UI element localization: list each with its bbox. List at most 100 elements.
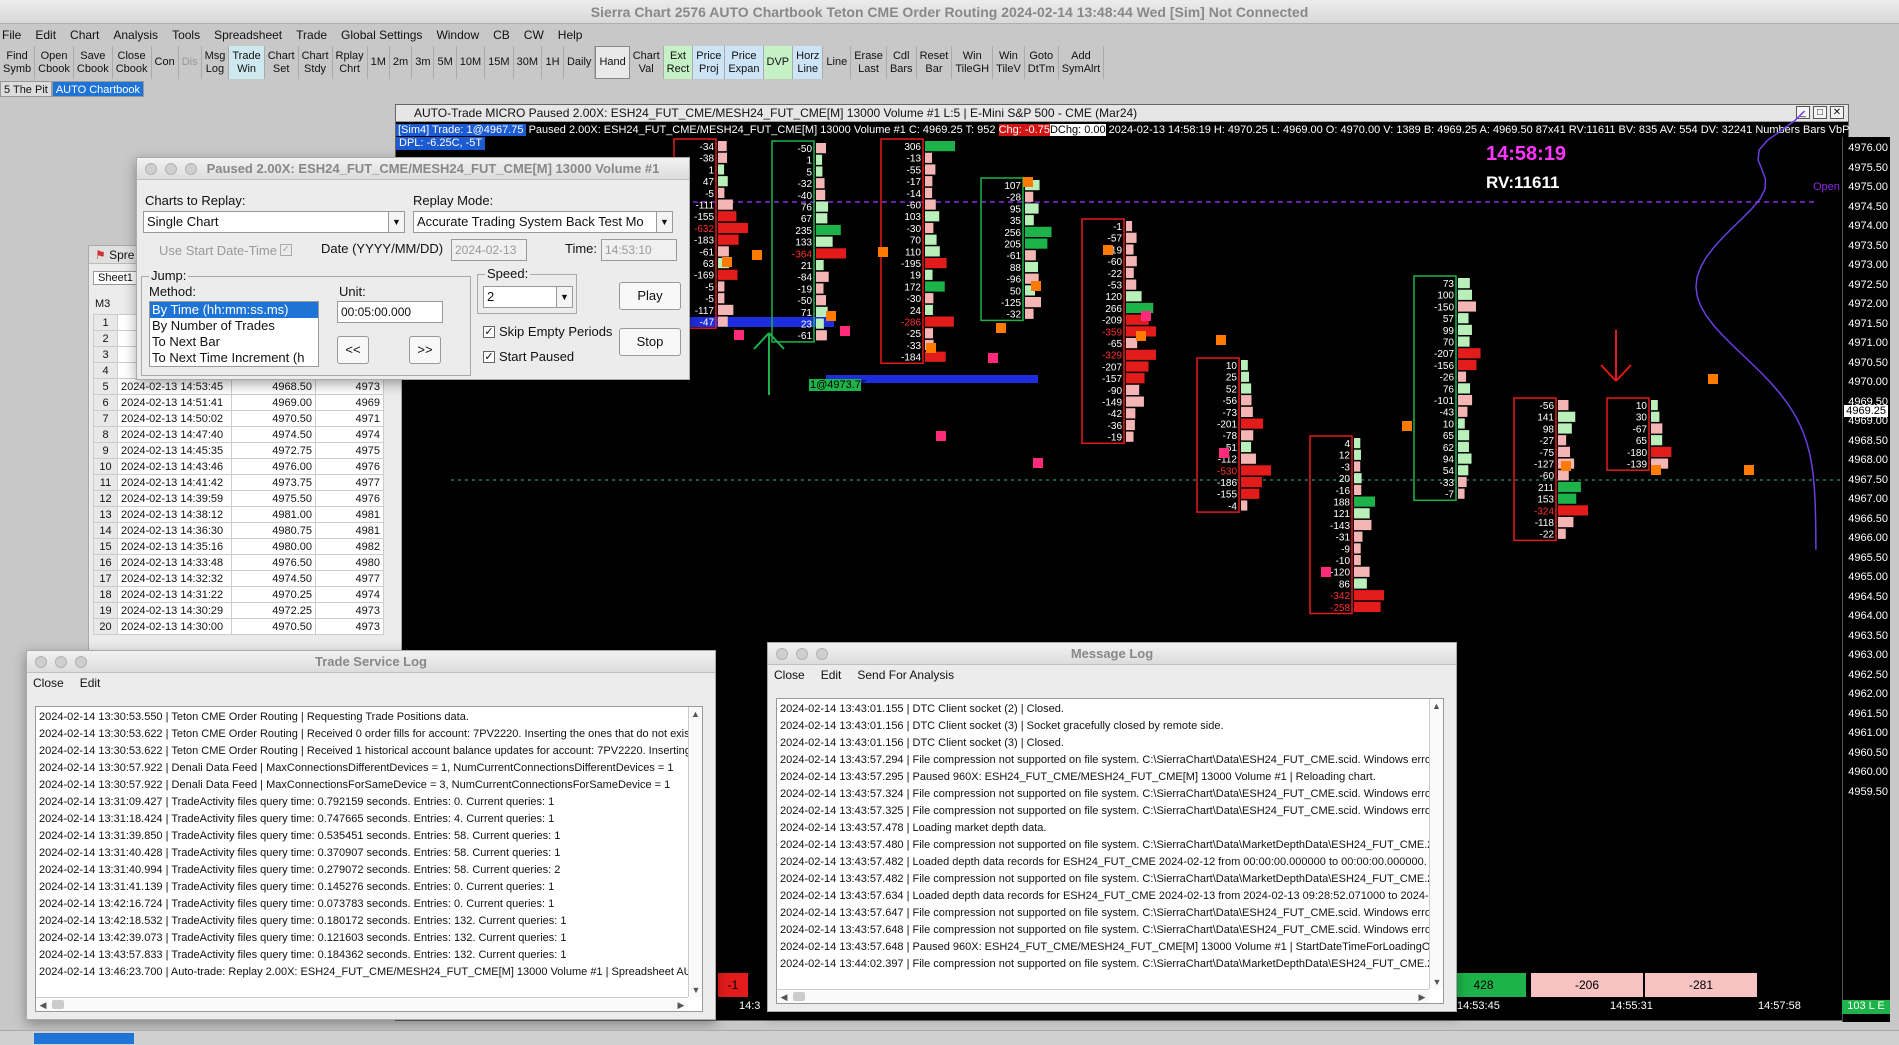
- scroll-right-icon[interactable]: ▶: [1415, 990, 1429, 1003]
- table-cell[interactable]: 13: [93, 506, 118, 523]
- vertical-scrollbar[interactable]: ▲ ▼: [688, 707, 702, 997]
- horizontal-scrollbar[interactable]: ◀ ▶: [36, 997, 688, 1011]
- table-cell[interactable]: 4972.25: [231, 602, 316, 619]
- method-option[interactable]: By Number of Trades: [150, 318, 318, 334]
- method-option[interactable]: To Next Time Increment (h: [150, 350, 318, 366]
- table-cell[interactable]: 2024-02-13 14:53:45: [117, 378, 232, 395]
- table-cell[interactable]: 2024-02-13 14:38:12: [117, 506, 232, 523]
- menu-tools[interactable]: Tools: [172, 28, 200, 46]
- scroll-thumb[interactable]: [52, 1000, 64, 1009]
- scroll-right-icon[interactable]: ▶: [674, 998, 688, 1011]
- tab-auto-chartbook[interactable]: AUTO Chartbook: [51, 81, 144, 97]
- menu-cw[interactable]: CW: [524, 28, 544, 46]
- menu-window[interactable]: Window: [436, 28, 479, 46]
- sheet-tab[interactable]: Sheet1: [93, 271, 138, 285]
- toolbar-button-erase-last[interactable]: Erase Last: [851, 46, 887, 79]
- close-dot-icon[interactable]: [145, 163, 157, 175]
- toolbar-button-con[interactable]: Con: [152, 46, 179, 79]
- replay-dialog[interactable]: Paused 2.00X: ESH24_FUT_CME/MESH24_FUT_C…: [136, 157, 690, 380]
- zoom-dot-icon[interactable]: [816, 648, 828, 660]
- charts-to-replay-select[interactable]: Single Chart ▼: [143, 211, 405, 233]
- table-cell[interactable]: 4981: [315, 506, 384, 523]
- toolbar-button-dis[interactable]: Dis: [179, 46, 202, 79]
- table-cell[interactable]: 2024-02-13 14:50:02: [117, 410, 232, 427]
- table-cell[interactable]: 2024-02-13 14:32:32: [117, 570, 232, 587]
- table-cell[interactable]: 4972.75: [231, 442, 316, 459]
- skip-empty-periods-checkbox[interactable]: ✓ Skip Empty Periods: [483, 324, 612, 339]
- table-cell[interactable]: 12: [93, 490, 118, 507]
- method-option[interactable]: By Time (hh:mm:ss.ms): [150, 302, 318, 318]
- table-cell[interactable]: 4982: [315, 538, 384, 555]
- close-dot-icon[interactable]: [35, 656, 47, 668]
- table-cell[interactable]: 4975: [315, 442, 384, 459]
- scroll-left-icon[interactable]: ◀: [777, 990, 791, 1003]
- unit-input[interactable]: 00:05:00.000: [337, 301, 443, 323]
- toolbar-button-chart-set[interactable]: Chart Set: [265, 46, 299, 79]
- message-log-content[interactable]: 2024-02-14 13:43:01.155 | DTC Client soc…: [776, 698, 1444, 1004]
- toolbar-button-msg-log[interactable]: Msg Log: [202, 46, 230, 79]
- minimize-dot-icon[interactable]: [55, 656, 67, 668]
- table-cell[interactable]: 10: [93, 458, 118, 475]
- message-log-menu-close[interactable]: Close: [774, 665, 805, 685]
- toolbar-button-hand[interactable]: Hand: [595, 46, 630, 79]
- jump-back-button[interactable]: <<: [337, 336, 369, 364]
- scroll-left-icon[interactable]: ◀: [36, 998, 50, 1011]
- table-cell[interactable]: 17: [93, 570, 118, 587]
- table-cell[interactable]: 2024-02-13 14:30:00: [117, 618, 232, 635]
- toolbar-button-15m[interactable]: 15M: [485, 46, 514, 79]
- table-cell[interactable]: 2024-02-13 14:51:41: [117, 394, 232, 411]
- menu-spreadsheet[interactable]: Spreadsheet: [214, 28, 282, 46]
- toolbar-button-win-tilegh[interactable]: Win TileGH: [952, 46, 994, 79]
- menu-trade[interactable]: Trade: [296, 28, 327, 46]
- method-option[interactable]: To Next Bar: [150, 334, 318, 350]
- toolbar-button-save-cbook[interactable]: Save Cbook: [74, 46, 113, 79]
- table-cell[interactable]: 8: [93, 426, 118, 443]
- table-cell[interactable]: 4981: [315, 522, 384, 539]
- toolbar-button-30m[interactable]: 30M: [514, 46, 542, 79]
- table-cell[interactable]: 2024-02-13 14:39:59: [117, 490, 232, 507]
- table-cell[interactable]: 2024-02-13 14:31:22: [117, 586, 232, 603]
- toolbar-button-price-expan[interactable]: Price Expan: [725, 46, 764, 79]
- table-cell[interactable]: 3: [93, 346, 118, 363]
- start-paused-checkbox[interactable]: ✓ Start Paused: [483, 349, 574, 364]
- table-cell[interactable]: 4970.50: [231, 410, 316, 427]
- replay-mode-select[interactable]: Accurate Trading System Back Test Mo ▼: [413, 211, 673, 233]
- menu-analysis[interactable]: Analysis: [113, 28, 158, 46]
- table-cell[interactable]: 2024-02-13 14:35:16: [117, 538, 232, 555]
- table-cell[interactable]: 6: [93, 394, 118, 411]
- table-cell[interactable]: 4977: [315, 474, 384, 491]
- table-cell[interactable]: 2024-02-13 14:41:42: [117, 474, 232, 491]
- horizontal-scrollbar[interactable]: ◀ ▶: [777, 989, 1429, 1003]
- toolbar-button-10m[interactable]: 10M: [457, 46, 486, 79]
- table-cell[interactable]: 4969.00: [231, 394, 316, 411]
- table-cell[interactable]: 4973.75: [231, 474, 316, 491]
- scroll-thumb[interactable]: [793, 992, 805, 1001]
- table-cell[interactable]: 16: [93, 554, 118, 571]
- message-log-menu-edit[interactable]: Edit: [821, 665, 842, 685]
- toolbar-button-goto-dttm[interactable]: Goto DtTm: [1025, 46, 1059, 79]
- table-cell[interactable]: 4969: [315, 394, 384, 411]
- table-cell[interactable]: 18: [93, 586, 118, 603]
- jump-forward-button[interactable]: >>: [409, 336, 441, 364]
- toolbar-button-price-proj[interactable]: Price Proj: [693, 46, 726, 79]
- trade-log-menu-edit[interactable]: Edit: [80, 673, 101, 693]
- table-cell[interactable]: 4976: [315, 490, 384, 507]
- table-cell[interactable]: 4981.00: [231, 506, 316, 523]
- toolbar-button-ext-rect[interactable]: Ext Rect: [663, 46, 694, 79]
- table-cell[interactable]: 2024-02-13 14:36:30: [117, 522, 232, 539]
- toolbar-button-3m[interactable]: 3m: [412, 46, 435, 79]
- table-cell[interactable]: 5: [93, 378, 118, 395]
- table-cell[interactable]: 15: [93, 538, 118, 555]
- scroll-down-icon[interactable]: ▼: [689, 983, 702, 997]
- minimize-dot-icon[interactable]: [796, 648, 808, 660]
- table-cell[interactable]: 4980.75: [231, 522, 316, 539]
- message-log-menu-send[interactable]: Send For Analysis: [857, 665, 954, 685]
- zoom-dot-icon[interactable]: [75, 656, 87, 668]
- message-log-window[interactable]: Message Log Close Edit Send For Analysis…: [767, 642, 1457, 1012]
- use-start-datetime-checkbox[interactable]: ✓: [280, 244, 292, 256]
- toolbar-button-find-symb[interactable]: Find Symb: [0, 46, 36, 79]
- table-cell[interactable]: 4977: [315, 570, 384, 587]
- toolbar-button-open-cbook[interactable]: Open Cbook: [35, 46, 74, 79]
- table-cell[interactable]: 2024-02-13 14:45:35: [117, 442, 232, 459]
- date-input[interactable]: 2024-02-13: [451, 239, 527, 261]
